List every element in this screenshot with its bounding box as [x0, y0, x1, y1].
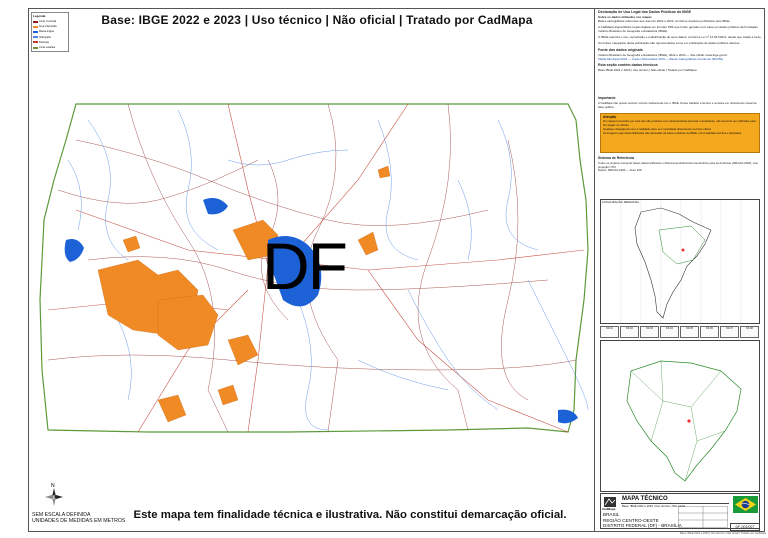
sheet-title: Base: IBGE 2022 e 2023 | Uso técnico | N…	[101, 13, 533, 27]
sources-links[interactable]: Malha Municipal 2022 — Áreas Urbanizadas…	[598, 57, 762, 61]
important-section: Importante A CadMapa não possui nenhum v…	[598, 96, 762, 109]
sheet-code: DF-001/027	[730, 523, 760, 531]
titleblock-grid	[678, 506, 728, 528]
info-text: Base IBGE 2022 e 2023 | Uso técnico | Nã…	[598, 68, 697, 72]
titleblock-title: MAPA TÉCNICO	[622, 496, 668, 502]
south-america-locator-map	[600, 199, 760, 324]
declaration-panel: Declaração de Uso Legal dos Dados Públic…	[598, 10, 762, 72]
declaration-text: Bases cartográficas referentes aos anos …	[598, 19, 731, 23]
sheet-tile[interactable]: DF-04	[660, 326, 679, 338]
sheet-tile[interactable]: DF-01	[600, 326, 619, 338]
df-location-marker	[681, 248, 685, 252]
legend-label: Hidrografia	[39, 35, 51, 39]
credit-line: Base: IBGE 2022 e 2023 | Uso técnico | N…	[680, 532, 766, 535]
title-block: CadMapa MAPA TÉCNICO Base: IBGE 2022 e 2…	[600, 493, 760, 531]
legend-swatch-municipal	[33, 20, 38, 23]
sheet-tile[interactable]: DF-05	[680, 326, 699, 338]
reference-text-2: Datum: SIRGAS 2000 — Fuso 23S	[598, 168, 642, 173]
logo-text: CadMapa	[602, 507, 616, 511]
brazil-flag-icon	[733, 496, 758, 513]
locator-label: LOCALIZAÇÃO REGIONAL	[602, 200, 640, 204]
sheet-tile[interactable]: DF-03	[640, 326, 659, 338]
sources-title: Fonte dos dados originais	[598, 48, 643, 52]
warning-text: As imagens aqui disponibilizadas são der…	[603, 131, 742, 135]
sheet-index-tiles: DF-01 DF-02 DF-03 DF-04 DF-05 DF-06 DF-0…	[600, 326, 760, 338]
map-legend: Legenda Limite municipal Área urbanizada…	[31, 12, 69, 52]
north-arrow-icon: N	[45, 483, 63, 506]
reference-section: Sistema de Referência Todos os projetos …	[598, 156, 762, 173]
legend-swatch-state	[33, 46, 38, 49]
declaration-text: Os limites mapeados desta publicação são…	[598, 41, 741, 45]
declaration-text: A CadMapa disponibiliza mapas digitais e…	[598, 25, 758, 33]
brazil-overview-map	[600, 340, 760, 492]
south-america-outline	[620, 200, 742, 323]
legend-label: Área urbanizada	[39, 25, 57, 29]
state-label: DISTRITO FEDERAL (DF) - BRASÍLIA	[603, 523, 682, 529]
sheet-tile[interactable]: DF-02	[620, 326, 639, 338]
disclaimer-footer: Este mapa tem finalidade técnica e ilust…	[133, 509, 567, 521]
info-title: Esta seção contém dados técnicos	[598, 63, 658, 67]
warning-box: Atenção Os mapas fornecidos por este sit…	[600, 113, 760, 153]
df-brazil-marker	[687, 419, 691, 423]
sheet-tile[interactable]: DF-07	[720, 326, 739, 338]
sheet-tile[interactable]: DF-08	[740, 326, 759, 338]
legend-swatch-river	[33, 36, 38, 39]
important-text: A CadMapa não possui nenhum vínculo inst…	[598, 100, 757, 109]
titleblock-location: BRASIL REGIÃO CENTRO-OESTE DISTRITO FEDE…	[603, 512, 682, 529]
declaration-text: O IBGE autoriza o uso, reprodução e redi…	[598, 35, 762, 39]
legend-swatch-urban	[33, 25, 38, 28]
brazil-outline	[626, 360, 742, 482]
legend-item: Limite estadual	[33, 45, 68, 50]
sheet-tile[interactable]: DF-06	[700, 326, 719, 338]
legend-swatch-road	[33, 41, 38, 44]
svg-text:N: N	[51, 483, 55, 489]
declaration-title: Declaração de Uso Legal dos Dados Públic…	[598, 10, 692, 14]
legend-label: Massa d'água	[39, 30, 54, 34]
legend-label: Rodovias	[39, 40, 49, 44]
warning-text: Os mapas fornecidos por este site são pr…	[603, 119, 756, 127]
legend-title: Legenda	[33, 14, 46, 18]
legend-label: Limite estadual	[39, 46, 56, 50]
legend-swatch-water	[33, 30, 38, 33]
legend-label: Limite municipal	[39, 20, 57, 24]
df-map-label: DF	[262, 229, 348, 303]
titleblock-subtitle: Base: IBGE 2022 e 2023 | Uso técnico | N…	[622, 504, 686, 508]
